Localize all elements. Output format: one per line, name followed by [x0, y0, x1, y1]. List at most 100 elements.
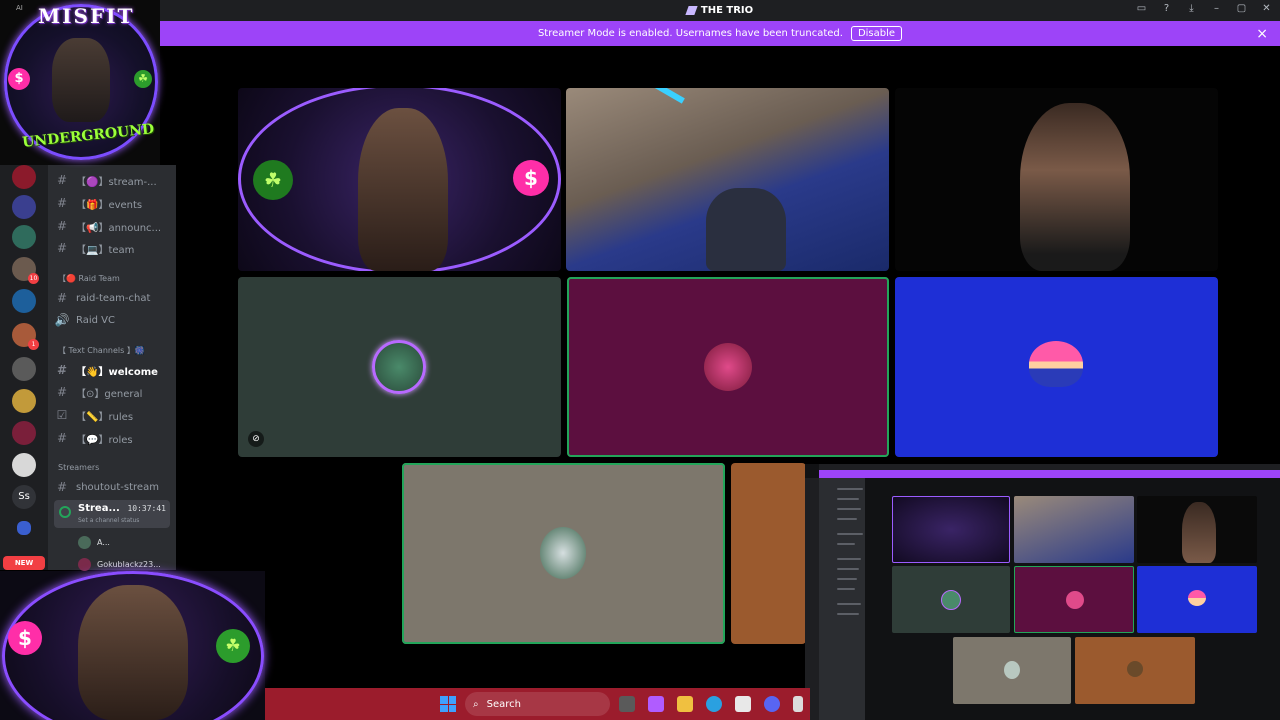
voice-member[interactable]: Gokublackz23...	[78, 558, 161, 571]
hash-icon: #	[56, 219, 68, 233]
avatar	[78, 536, 91, 549]
banner-text: Streamer Mode is enabled. Usernames have…	[537, 28, 843, 39]
mini-line	[837, 578, 857, 580]
file-explorer-icon[interactable]	[677, 696, 693, 712]
mini-participant-tile	[953, 637, 1071, 704]
banner-close-icon[interactable]: ×	[1256, 26, 1268, 42]
store-icon[interactable]	[735, 696, 751, 712]
channel-item[interactable]: # 【🟣】stream-...	[54, 170, 172, 190]
participant-tile[interactable]	[731, 463, 806, 644]
screen: THE TRIO ▭ ? ⤓ – ▢ ✕ Streamer Mode is en…	[0, 0, 1280, 720]
voice-timer: 10:37:41	[127, 504, 166, 513]
channel-item[interactable]: # 【⊙】general	[54, 382, 172, 402]
light-strip	[647, 88, 685, 104]
server-icon[interactable]	[12, 421, 36, 445]
folder-icon[interactable]	[17, 521, 31, 535]
hash-icon: #	[56, 385, 68, 399]
avatar	[78, 558, 91, 571]
mini-line	[837, 613, 859, 615]
avatar	[1127, 661, 1143, 677]
server-icon[interactable]	[12, 289, 36, 313]
participant-tile[interactable]	[567, 277, 889, 457]
app-icon[interactable]	[793, 696, 803, 712]
mini-participant-tile	[1137, 566, 1257, 633]
edge-icon[interactable]	[706, 696, 722, 712]
hash-icon: #	[56, 173, 68, 187]
stream-logo: $ ☘ MISFIT UNDERGROUND AI	[0, 0, 160, 165]
channel-item[interactable]: # 【💻】team	[54, 238, 172, 258]
server-icon[interactable]	[12, 195, 36, 219]
discord-logo-icon	[685, 6, 698, 15]
mini-rail	[805, 478, 819, 720]
channel-item[interactable]: # 【💬】roles	[54, 428, 172, 448]
channel-item[interactable]: # 【📢】announc...	[54, 216, 172, 236]
video-tile[interactable]	[566, 88, 889, 271]
mini-line	[837, 588, 855, 590]
disable-button[interactable]: Disable	[850, 26, 903, 41]
server-icon[interactable]	[12, 357, 36, 381]
new-badge[interactable]: NEW	[3, 556, 45, 570]
mini-video-tile	[1137, 496, 1257, 563]
channel-item[interactable]: # shoutout-stream	[54, 477, 172, 497]
raccoon-icon	[52, 38, 110, 122]
help-icon[interactable]: ?	[1161, 3, 1172, 14]
participant-tile[interactable]	[402, 463, 725, 644]
windows-start-icon[interactable]	[440, 696, 456, 712]
channel-item[interactable]: ☑ 【📏】rules	[54, 405, 172, 425]
unread-badge: 10	[28, 273, 39, 284]
rules-icon: ☑	[56, 408, 68, 422]
inbox-icon[interactable]: ▭	[1136, 3, 1147, 14]
mini-banner	[819, 470, 1280, 478]
windows-taskbar: ⌕ Search	[265, 688, 810, 720]
voice-channel-item[interactable]: 🔊 Raid VC	[54, 310, 172, 330]
download-icon[interactable]: ⤓	[1186, 3, 1197, 14]
voice-member[interactable]: A...	[78, 536, 110, 549]
channel-item[interactable]: # raid-team-chat	[54, 288, 172, 308]
avatar	[372, 340, 426, 394]
channel-item[interactable]: # 【🎁】events	[54, 193, 172, 213]
streamer-mode-banner: Streamer Mode is enabled. Usernames have…	[160, 21, 1280, 46]
leaf-icon: ☘	[253, 160, 293, 200]
title-bar: THE TRIO ▭ ? ⤓ – ▢ ✕	[160, 0, 1280, 21]
mini-participant-tile	[892, 566, 1010, 633]
server-icon-ss[interactable]: Ss	[12, 485, 36, 509]
avatar	[1066, 591, 1084, 609]
video-tile[interactable]: ☘ $	[238, 88, 561, 271]
mini-line	[837, 518, 857, 520]
participant-tile[interactable]	[895, 277, 1218, 457]
server-icon[interactable]	[12, 453, 36, 477]
category-raid-team[interactable]: 【🔴 Raid Team	[58, 273, 120, 284]
server-rail: 10 1 Ss	[0, 165, 48, 570]
channel-item-welcome[interactable]: # 【👋】welcome	[54, 360, 172, 380]
active-voice-channel[interactable]: Strea... 10:37:41 Set a channel status	[54, 500, 170, 528]
server-icon[interactable]: 10	[12, 257, 39, 284]
participant-tile[interactable]: ⊘	[238, 277, 561, 457]
server-icon[interactable]: 1	[12, 323, 39, 350]
hash-icon: #	[56, 363, 68, 377]
voice-active-icon	[59, 506, 71, 518]
task-view-icon[interactable]	[619, 696, 635, 712]
server-icon[interactable]	[12, 165, 36, 189]
channel-status: Set a channel status	[78, 517, 140, 524]
taskbar-search[interactable]: ⌕ Search	[465, 692, 610, 716]
minimize-button[interactable]: –	[1211, 3, 1222, 14]
dollar-icon: $	[513, 160, 549, 196]
close-window-button[interactable]: ✕	[1261, 3, 1272, 14]
hash-icon: #	[56, 196, 68, 210]
category-streamers[interactable]: Streamers	[58, 463, 99, 472]
maximize-button[interactable]: ▢	[1236, 3, 1247, 14]
mini-line	[837, 533, 863, 535]
hash-icon: #	[56, 431, 68, 445]
mini-line	[837, 568, 859, 570]
leaf-icon: ☘	[216, 629, 250, 663]
unread-badge: 1	[28, 339, 39, 350]
discord-icon[interactable]	[764, 696, 780, 712]
category-text-channels[interactable]: 【 Text Channels 】🎆	[58, 345, 145, 356]
mini-channel-list	[819, 478, 865, 720]
server-icon[interactable]	[12, 225, 36, 249]
server-icon[interactable]	[12, 389, 36, 413]
video-tile[interactable]	[895, 88, 1218, 271]
streamer-video	[706, 188, 786, 271]
copilot-icon[interactable]	[648, 696, 664, 712]
dollar-icon: $	[8, 621, 42, 655]
